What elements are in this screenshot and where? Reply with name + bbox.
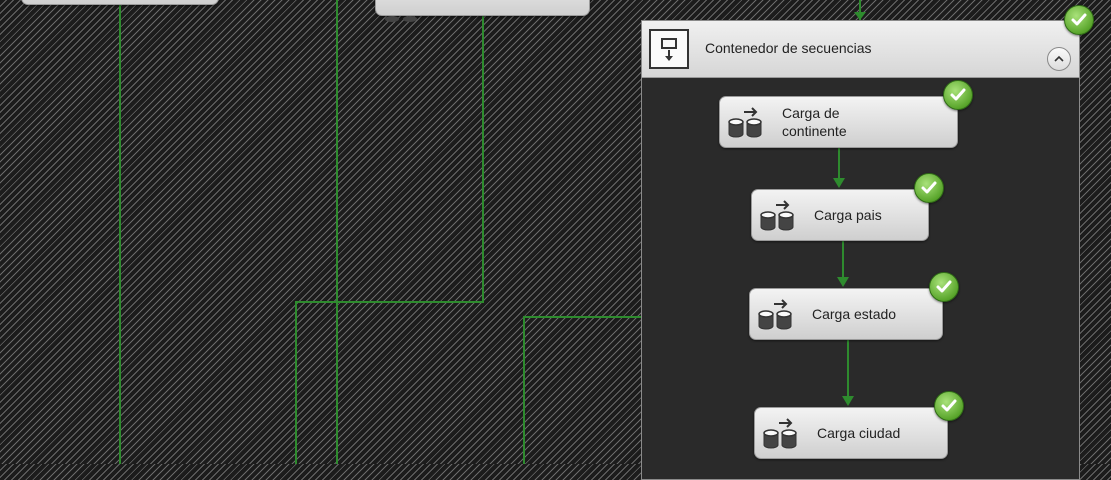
task-carga-ciudad[interactable]: Carga ciudad	[754, 407, 948, 459]
chevron-up-icon	[1054, 55, 1064, 62]
container-status-success-icon	[1064, 5, 1094, 35]
data-flow-task-icon	[728, 107, 762, 138]
task-label: Carga estado	[812, 306, 897, 322]
task-label: Carga pais	[814, 207, 882, 223]
data-flow-task-icon	[763, 418, 797, 449]
task-status-success-icon	[934, 391, 964, 421]
collapse-button[interactable]	[1047, 47, 1071, 71]
design-surface[interactable]: Contenedor de secuencias Carga de contin…	[0, 0, 1111, 480]
data-flow-task-icon	[385, 16, 417, 22]
data-flow-task-icon	[758, 299, 792, 330]
container-header[interactable]: Contenedor de secuencias	[642, 21, 1079, 78]
task-status-success-icon	[929, 272, 959, 302]
data-flow-task-icon	[760, 200, 794, 231]
sequence-container-icon	[649, 29, 689, 69]
task-partial-left[interactable]	[21, 0, 219, 5]
task-status-success-icon	[914, 173, 944, 203]
container-title: Contenedor de secuencias	[705, 40, 872, 56]
task-carga-de-continente[interactable]: Carga de continente	[719, 96, 958, 148]
task-label: Carga ciudad	[817, 425, 901, 441]
task-status-success-icon	[943, 80, 973, 110]
task-label: Carga de continente	[782, 105, 847, 139]
task-carga-pais[interactable]: Carga pais	[751, 189, 929, 241]
task-partial-middle[interactable]	[375, 0, 590, 22]
task-carga-estado[interactable]: Carga estado	[749, 288, 943, 340]
